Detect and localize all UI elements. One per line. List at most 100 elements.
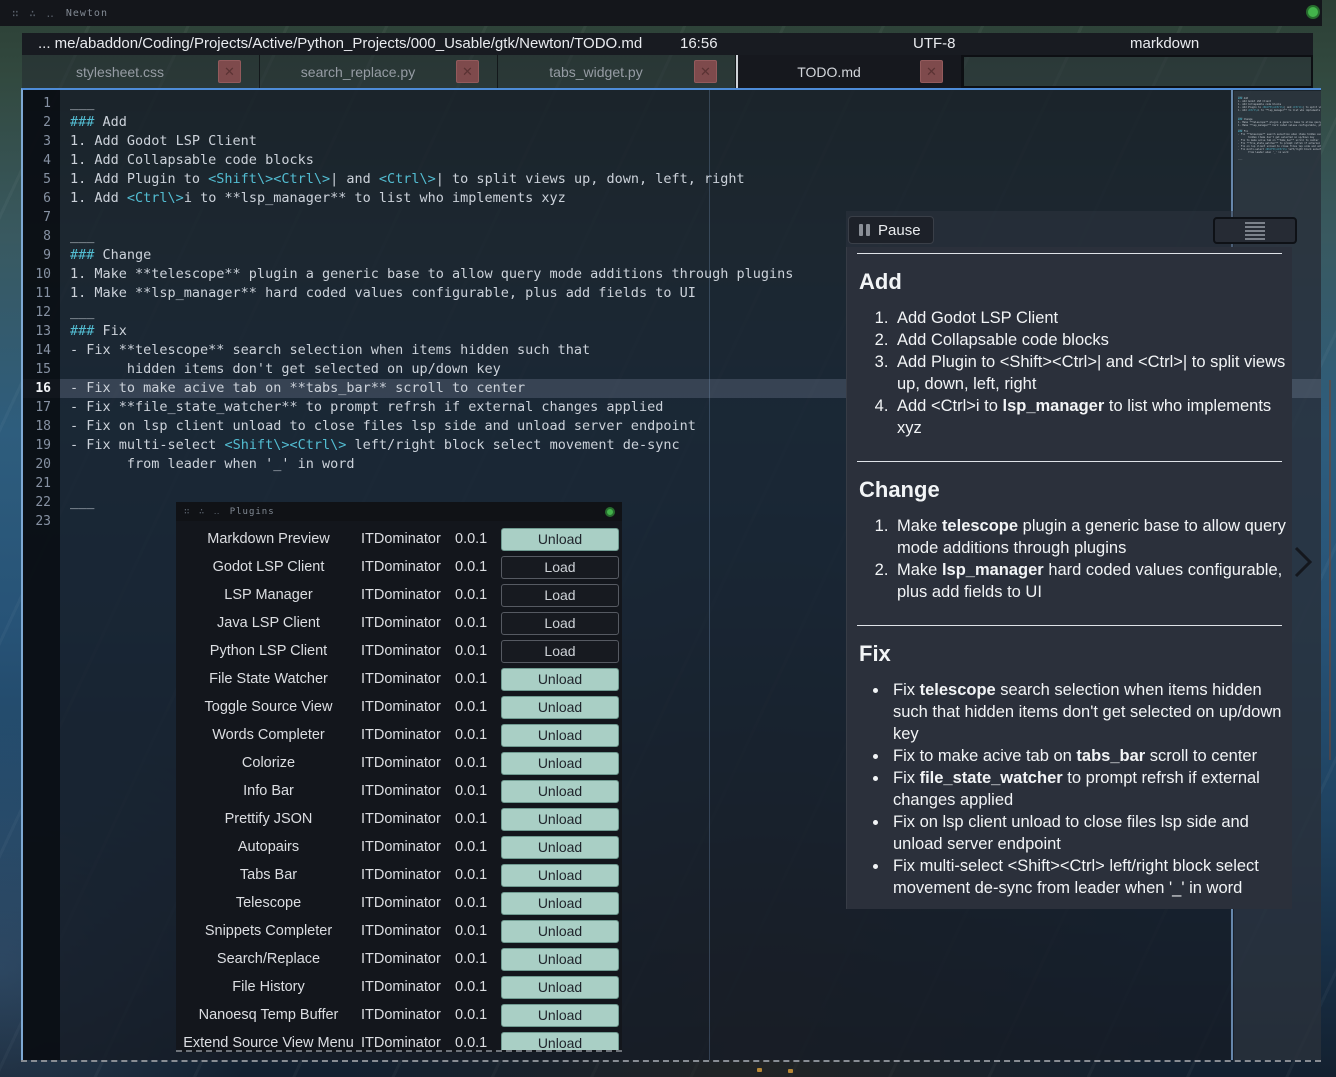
plugin-row: LSP ManagerITDominator0.0.1Load — [176, 581, 622, 609]
plugin-unload-button[interactable]: Unload — [501, 528, 619, 551]
line-number: 13 — [23, 322, 60, 341]
tab-label: TODO.md — [738, 64, 920, 80]
plugin-unload-button[interactable]: Unload — [501, 724, 619, 747]
plugin-load-button[interactable]: Load — [501, 612, 619, 635]
plugin-row: Markdown PreviewITDominator0.0.1Unload — [176, 525, 622, 553]
line-number: 15 — [23, 360, 60, 379]
plugin-row: Words CompleterITDominator0.0.1Unload — [176, 721, 622, 749]
plugin-load-button[interactable]: Load — [501, 556, 619, 579]
line-number: 12 — [23, 303, 60, 322]
plugin-unload-button[interactable]: Unload — [501, 752, 619, 775]
plugin-unload-button[interactable]: Unload — [501, 1004, 619, 1027]
tab-stylesheet.css[interactable]: stylesheet.css✕ — [22, 55, 260, 88]
plugin-author: ITDominator — [361, 699, 455, 715]
plugin-row: File State WatcherITDominator0.0.1Unload — [176, 665, 622, 693]
plugin-name: Telescope — [176, 895, 361, 911]
plugin-unload-button[interactable]: Unload — [501, 696, 619, 719]
plugin-unload-button[interactable]: Unload — [501, 668, 619, 691]
plugin-version: 0.0.1 — [455, 671, 501, 687]
preview-list-item: Fix to make acive tab on tabs_bar scroll… — [889, 745, 1292, 767]
plugin-version: 0.0.1 — [455, 643, 501, 659]
tab-search_replace.py[interactable]: search_replace.py✕ — [260, 55, 498, 88]
preview-content: AddAdd Godot LSP ClientAdd Collapsable c… — [846, 247, 1292, 909]
language-label: markdown — [1130, 35, 1199, 52]
plugin-unload-button[interactable]: Unload — [501, 892, 619, 915]
plugin-author: ITDominator — [361, 839, 455, 855]
plugin-row: Prettify JSONITDominator0.0.1Unload — [176, 805, 622, 833]
line-number: 21 — [23, 474, 60, 493]
plugin-name: Search/Replace — [176, 951, 361, 967]
plugin-unload-button[interactable]: Unload — [501, 864, 619, 887]
code-line[interactable]: 1. Add <Ctrl\>i to **lsp_manager** to li… — [60, 189, 1321, 208]
plugin-author: ITDominator — [361, 979, 455, 995]
code-line[interactable]: ### Add — [60, 113, 1321, 132]
preview-menu-button[interactable] — [1213, 217, 1297, 244]
preview-divider — [857, 461, 1282, 462]
tab-TODO.md[interactable]: TODO.md✕ — [736, 55, 962, 88]
tab-close-icon[interactable]: ✕ — [218, 60, 241, 83]
plugin-row: Python LSP ClientITDominator0.0.1Load — [176, 637, 622, 665]
plugin-version: 0.0.1 — [455, 727, 501, 743]
right-margin-line — [709, 90, 710, 1060]
plugin-load-button[interactable]: Load — [501, 584, 619, 607]
minimap-code: ___### Add1. Add Godot LSP Client1. Add … — [1234, 91, 1321, 166]
line-number: 1 — [23, 94, 60, 113]
plugin-author: ITDominator — [361, 643, 455, 659]
wallpaper-light — [757, 1068, 762, 1072]
plugins-status-dot-icon[interactable] — [605, 507, 615, 517]
preview-list-item: Add <Ctrl>i to lsp_manager to list who i… — [893, 395, 1292, 439]
minimap-line: 1. Add <Ctrl\>i to **lsp_manager** to li… — [1238, 109, 1317, 112]
preview-header: Pause — [846, 211, 1292, 247]
plugin-author: ITDominator — [361, 559, 455, 575]
preview-list-item: Make telescope plugin a generic base to … — [893, 515, 1292, 559]
wallpaper-light — [788, 1069, 793, 1073]
plugin-author: ITDominator — [361, 531, 455, 547]
code-line[interactable]: ___ — [60, 94, 1321, 113]
window-resize-edge[interactable] — [21, 1060, 1321, 1062]
window-title: Newton — [66, 8, 108, 19]
tab-close-icon[interactable]: ✕ — [920, 60, 943, 83]
window-status-dot-icon[interactable] — [1306, 5, 1320, 19]
plugin-name: Snippets Completer — [176, 923, 361, 939]
hamburger-icon — [1245, 222, 1265, 224]
plugin-unload-button[interactable]: Unload — [501, 808, 619, 831]
pause-icon — [859, 224, 870, 236]
minimap-line — [1238, 160, 1317, 163]
plugin-row: Search/ReplaceITDominator0.0.1Unload — [176, 945, 622, 973]
plugin-author: ITDominator — [361, 923, 455, 939]
tab-close-icon[interactable]: ✕ — [456, 60, 479, 83]
plugin-row: Info BarITDominator0.0.1Unload — [176, 777, 622, 805]
line-number: 4 — [23, 151, 60, 170]
line-number: 16 — [23, 379, 60, 398]
plugin-load-button[interactable]: Load — [501, 640, 619, 663]
code-line[interactable]: 1. Add Godot LSP Client — [60, 132, 1321, 151]
tab-tabs_widget.py[interactable]: tabs_widget.py✕ — [498, 55, 736, 88]
panel-collapse-handle[interactable] — [1292, 546, 1316, 578]
code-line[interactable]: 1. Add Plugin to <Shift\><Ctrl\>| and <C… — [60, 170, 1321, 189]
markdown-preview-panel: Pause AddAdd Godot LSP ClientAdd Collaps… — [846, 211, 1292, 909]
plugin-unload-button[interactable]: Unload — [501, 976, 619, 999]
preview-list-item: Make lsp_manager hard coded values confi… — [893, 559, 1292, 603]
plugin-author: ITDominator — [361, 671, 455, 687]
plugin-name: Words Completer — [176, 727, 361, 743]
plugin-unload-button[interactable]: Unload — [501, 780, 619, 803]
plugin-unload-button[interactable]: Unload — [501, 1032, 619, 1053]
plugin-author: ITDominator — [361, 615, 455, 631]
plugin-author: ITDominator — [361, 727, 455, 743]
plugin-version: 0.0.1 — [455, 867, 501, 883]
tab-close-icon[interactable]: ✕ — [694, 60, 717, 83]
wallpaper-detail — [1329, 380, 1331, 760]
plugin-version: 0.0.1 — [455, 699, 501, 715]
plugin-name: Markdown Preview — [176, 531, 361, 547]
pause-button[interactable]: Pause — [848, 216, 934, 244]
plugin-unload-button[interactable]: Unload — [501, 920, 619, 943]
code-line[interactable]: 1. Add Collapsable code blocks — [60, 151, 1321, 170]
plugin-version: 0.0.1 — [455, 1035, 501, 1051]
plugin-unload-button[interactable]: Unload — [501, 948, 619, 971]
plugin-author: ITDominator — [361, 951, 455, 967]
plugin-row: Snippets CompleterITDominator0.0.1Unload — [176, 917, 622, 945]
preview-divider — [857, 253, 1282, 254]
plugin-unload-button[interactable]: Unload — [501, 836, 619, 859]
plugins-window-title: Plugins — [230, 507, 275, 517]
plugin-row: TelescopeITDominator0.0.1Unload — [176, 889, 622, 917]
